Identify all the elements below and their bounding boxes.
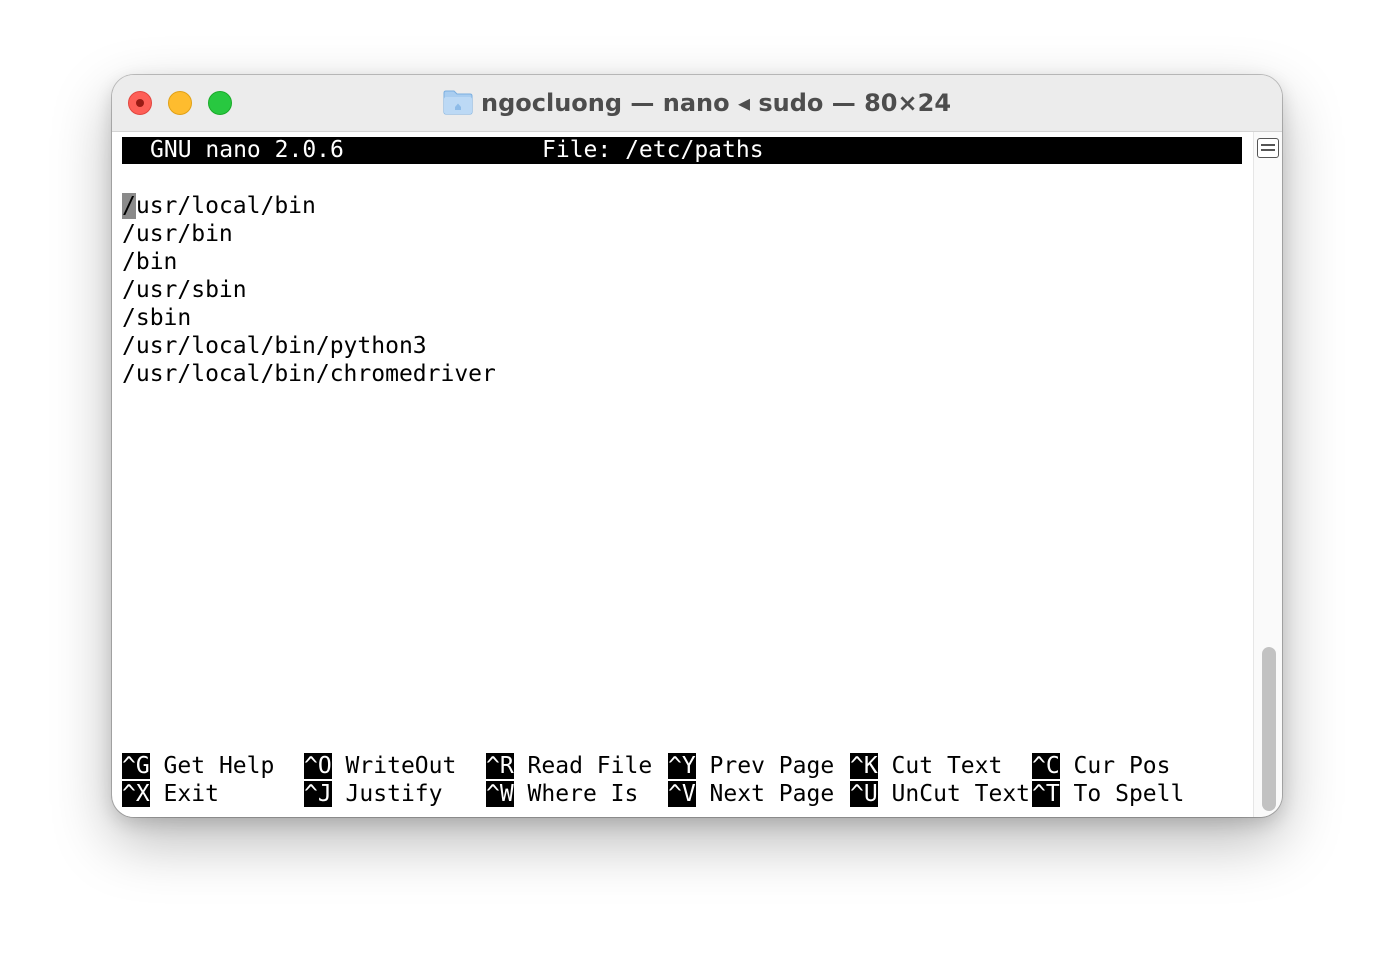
shortcut-key: ^V xyxy=(668,781,696,807)
shortcut-key: ^O xyxy=(304,753,332,779)
shortcut-get-help[interactable]: ^G Get Help xyxy=(122,752,274,780)
shortcut-label: UnCut Text xyxy=(877,781,1031,807)
shortcut-exit[interactable]: ^X Exit xyxy=(122,780,219,808)
shortcut-label: Cur Pos xyxy=(1059,753,1171,779)
shortcut-key: ^G xyxy=(122,753,150,779)
title-bar[interactable]: ngocluong — nano ◂ sudo — 80×24 xyxy=(112,75,1282,132)
window-title: ngocluong — nano ◂ sudo — 80×24 xyxy=(480,89,952,117)
scrollbar-thumb[interactable] xyxy=(1262,647,1276,811)
shortcut-writeout[interactable]: ^O WriteOut xyxy=(304,752,456,780)
shortcut-where-is[interactable]: ^W Where Is xyxy=(486,780,638,808)
shortcut-key: ^W xyxy=(486,781,514,807)
shortcut-label: Next Page xyxy=(695,781,835,807)
buffer-line[interactable]: /usr/bin xyxy=(122,220,233,248)
text-cursor: / xyxy=(122,193,136,219)
shortcut-label: Get Help xyxy=(149,753,275,779)
shortcut-to-spell[interactable]: ^T To Spell xyxy=(1032,780,1184,808)
shortcut-key: ^R xyxy=(486,753,514,779)
terminal-window: ngocluong — nano ◂ sudo — 80×24 GNU nano… xyxy=(112,75,1282,817)
shortcut-label: To Spell xyxy=(1059,781,1185,807)
shortcut-key: ^C xyxy=(1032,753,1060,779)
shortcut-label: Prev Page xyxy=(695,753,835,779)
shortcut-key: ^T xyxy=(1032,781,1060,807)
shortcut-read-file[interactable]: ^R Read File xyxy=(486,752,652,780)
buffer-line[interactable]: /usr/local/bin/python3 xyxy=(122,332,427,360)
shortcut-key: ^K xyxy=(850,753,878,779)
split-pane-icon[interactable] xyxy=(1257,138,1279,158)
nano-version: GNU nano 2.0.6 xyxy=(150,137,344,163)
nano-file-label: File: /etc/paths xyxy=(542,137,764,163)
shortcut-key: ^U xyxy=(850,781,878,807)
shortcut-next-page[interactable]: ^V Next Page xyxy=(668,780,834,808)
shortcut-key: ^J xyxy=(304,781,332,807)
buffer-line[interactable]: /usr/local/bin xyxy=(122,192,316,220)
buffer-line[interactable]: /sbin xyxy=(122,304,191,332)
buffer-line[interactable]: /usr/sbin xyxy=(122,276,247,304)
shortcut-uncut-text[interactable]: ^U UnCut Text xyxy=(850,780,1030,808)
buffer-line-text: usr/local/bin xyxy=(135,193,316,219)
shortcut-key: ^Y xyxy=(668,753,696,779)
shortcut-label: WriteOut xyxy=(331,753,457,779)
nano-header-bar: GNU nano 2.0.6 File: /etc/paths xyxy=(122,137,1242,164)
shortcut-prev-page[interactable]: ^Y Prev Page xyxy=(668,752,834,780)
shortcut-label: Justify xyxy=(331,781,443,807)
shortcut-label: Where Is xyxy=(513,781,639,807)
buffer-line[interactable]: /usr/local/bin/chromedriver xyxy=(122,360,496,388)
terminal-content[interactable]: GNU nano 2.0.6 File: /etc/paths /usr/loc… xyxy=(122,132,1242,817)
shortcut-cur-pos[interactable]: ^C Cur Pos xyxy=(1032,752,1170,780)
shortcut-label: Read File xyxy=(513,753,653,779)
shortcut-cut-text[interactable]: ^K Cut Text xyxy=(850,752,1002,780)
shortcut-justify[interactable]: ^J Justify xyxy=(304,780,442,808)
folder-icon xyxy=(443,90,473,115)
window-title-area: ngocluong — nano ◂ sudo — 80×24 xyxy=(112,87,1282,119)
shortcut-key: ^X xyxy=(122,781,150,807)
shortcut-label: Exit xyxy=(149,781,219,807)
shortcut-label: Cut Text xyxy=(877,753,1003,779)
buffer-line[interactable]: /bin xyxy=(122,248,177,276)
